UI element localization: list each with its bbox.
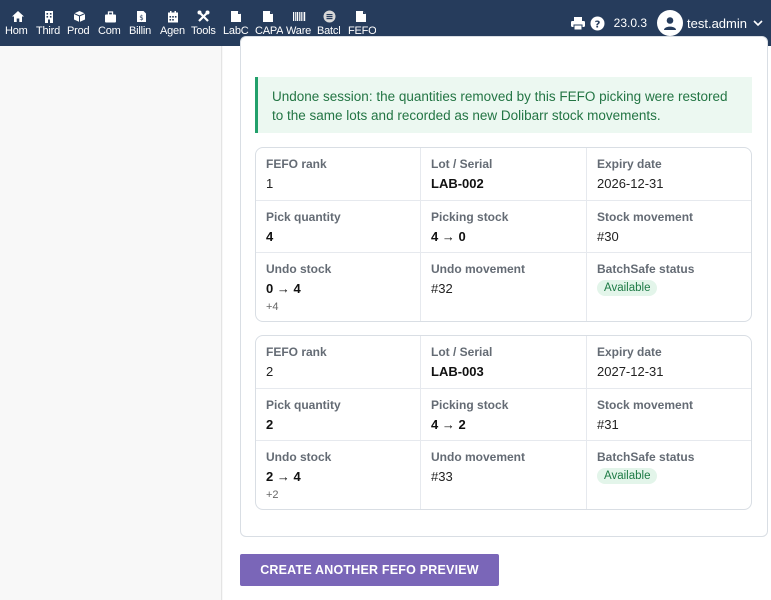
menu-tools-label: Tools: [191, 25, 216, 37]
doc-icon: [229, 10, 243, 23]
pick-qty-cell: Pick quantity 2: [256, 389, 421, 441]
lot-cell: Lot / Serial LAB-003: [421, 336, 587, 389]
menu-home[interactable]: Hom: [2, 0, 33, 46]
expiry-cell: Expiry date 2027-12-31: [587, 336, 751, 389]
expiry-value: 2027-12-31: [597, 364, 664, 379]
fefo-line-card: FEFO rank 2 Lot / Serial LAB-003 Expiry …: [255, 335, 752, 510]
pick-qty-value: 4: [266, 229, 274, 244]
status-cell: BatchSafe status Available: [597, 262, 695, 296]
menu-agenda-label: Agen: [160, 25, 185, 37]
status-cell: BatchSafe status Available: [597, 450, 695, 484]
picking-stock-value: 4 → 2: [431, 417, 466, 432]
lot-value: LAB-003: [431, 364, 484, 379]
rank-cell: FEFO rank 1: [256, 148, 421, 201]
menu-thirdparties-label: Third: [36, 25, 61, 37]
user-menu[interactable]: test.admin: [657, 10, 763, 36]
stock-movement-cell: Stock movement #30: [587, 201, 751, 253]
expiry-cell: Expiry date 2026-12-31: [587, 148, 751, 201]
undo-movement-value: #32: [431, 281, 453, 296]
stock-movement-value: #30: [597, 229, 619, 244]
building-icon: [42, 10, 56, 23]
menu-products-label: Prod: [67, 25, 90, 37]
doc-icon: [261, 10, 275, 23]
undo-stock-cell: Undo stock 0 → 4 +4: [256, 253, 421, 321]
undo-stock-cell: Undo stock 2 → 4 +2: [256, 441, 421, 509]
version-label: 23.0.3: [613, 16, 648, 30]
picking-stock-cell: Picking stock 4 → 0: [421, 201, 587, 253]
tools-icon: [197, 10, 211, 23]
expiry-value: 2026-12-31: [597, 176, 664, 191]
cube-icon: [73, 10, 87, 23]
undo-notice-text: Undone session: the quantities removed b…: [272, 89, 728, 123]
menu-thirdparties[interactable]: Third: [33, 0, 64, 46]
home-icon: [11, 10, 25, 23]
menu-home-label: Hom: [5, 25, 28, 37]
menu-tools[interactable]: Tools: [188, 0, 219, 46]
undo-notice: Undone session: the quantities removed b…: [255, 77, 752, 133]
lot-value: LAB-002: [431, 176, 484, 191]
undo-stock-value: 2 → 4: [266, 469, 301, 484]
undo-movement-cell: Undo movement #32: [421, 253, 587, 321]
menu-products[interactable]: Prod: [64, 0, 95, 46]
doc-icon: [354, 10, 368, 23]
menu-billing[interactable]: $ Billin: [126, 0, 157, 46]
rank-cell: FEFO rank 2: [256, 336, 421, 389]
lot-cell: Lot / Serial LAB-002: [421, 148, 587, 201]
undo-delta: +4: [266, 301, 279, 313]
create-fefo-preview-button[interactable]: CREATE ANOTHER FEFO PREVIEW: [240, 554, 499, 586]
stock-movement-value: #31: [597, 417, 619, 432]
undo-movement-cell: Undo movement #33: [421, 441, 587, 509]
invoice-icon: $: [135, 10, 149, 23]
rank-value: 2: [266, 364, 274, 379]
print-icon[interactable]: [570, 15, 586, 31]
user-avatar-icon: [657, 10, 684, 36]
batch-icon: [323, 10, 337, 23]
calendar-icon: [166, 10, 180, 23]
picking-stock-value: 4 → 0: [431, 229, 466, 244]
help-icon[interactable]: ?: [590, 15, 606, 31]
username: test.admin: [687, 15, 747, 31]
barcode-icon: [292, 10, 306, 23]
rank-value: 1: [266, 176, 274, 191]
svg-text:$: $: [139, 14, 143, 22]
stock-movement-cell: Stock movement #31: [587, 389, 751, 441]
status-badge: Available: [597, 468, 658, 484]
chevron-down-icon: [753, 18, 763, 28]
menu-commercial-label: Com: [98, 25, 121, 37]
left-sidebar: [0, 46, 222, 600]
undo-stock-value: 0 → 4: [266, 281, 301, 296]
picking-stock-cell: Picking stock 4 → 2: [421, 389, 587, 441]
fefo-line-card: FEFO rank 1 Lot / Serial LAB-002 Expiry …: [255, 147, 752, 322]
undo-movement-value: #33: [431, 469, 453, 484]
svg-text:?: ?: [595, 19, 601, 30]
menu-commercial[interactable]: Com: [95, 0, 126, 46]
pick-qty-value: 2: [266, 417, 274, 432]
pick-qty-cell: Pick quantity 4: [256, 201, 421, 253]
menu-agenda[interactable]: Agen: [157, 0, 188, 46]
main-content: Undone session: the quantities removed b…: [223, 36, 771, 600]
menu-billing-label: Billin: [129, 25, 152, 37]
status-badge: Available: [597, 280, 658, 296]
briefcase-icon: [104, 10, 118, 23]
undo-delta: +2: [266, 489, 279, 501]
